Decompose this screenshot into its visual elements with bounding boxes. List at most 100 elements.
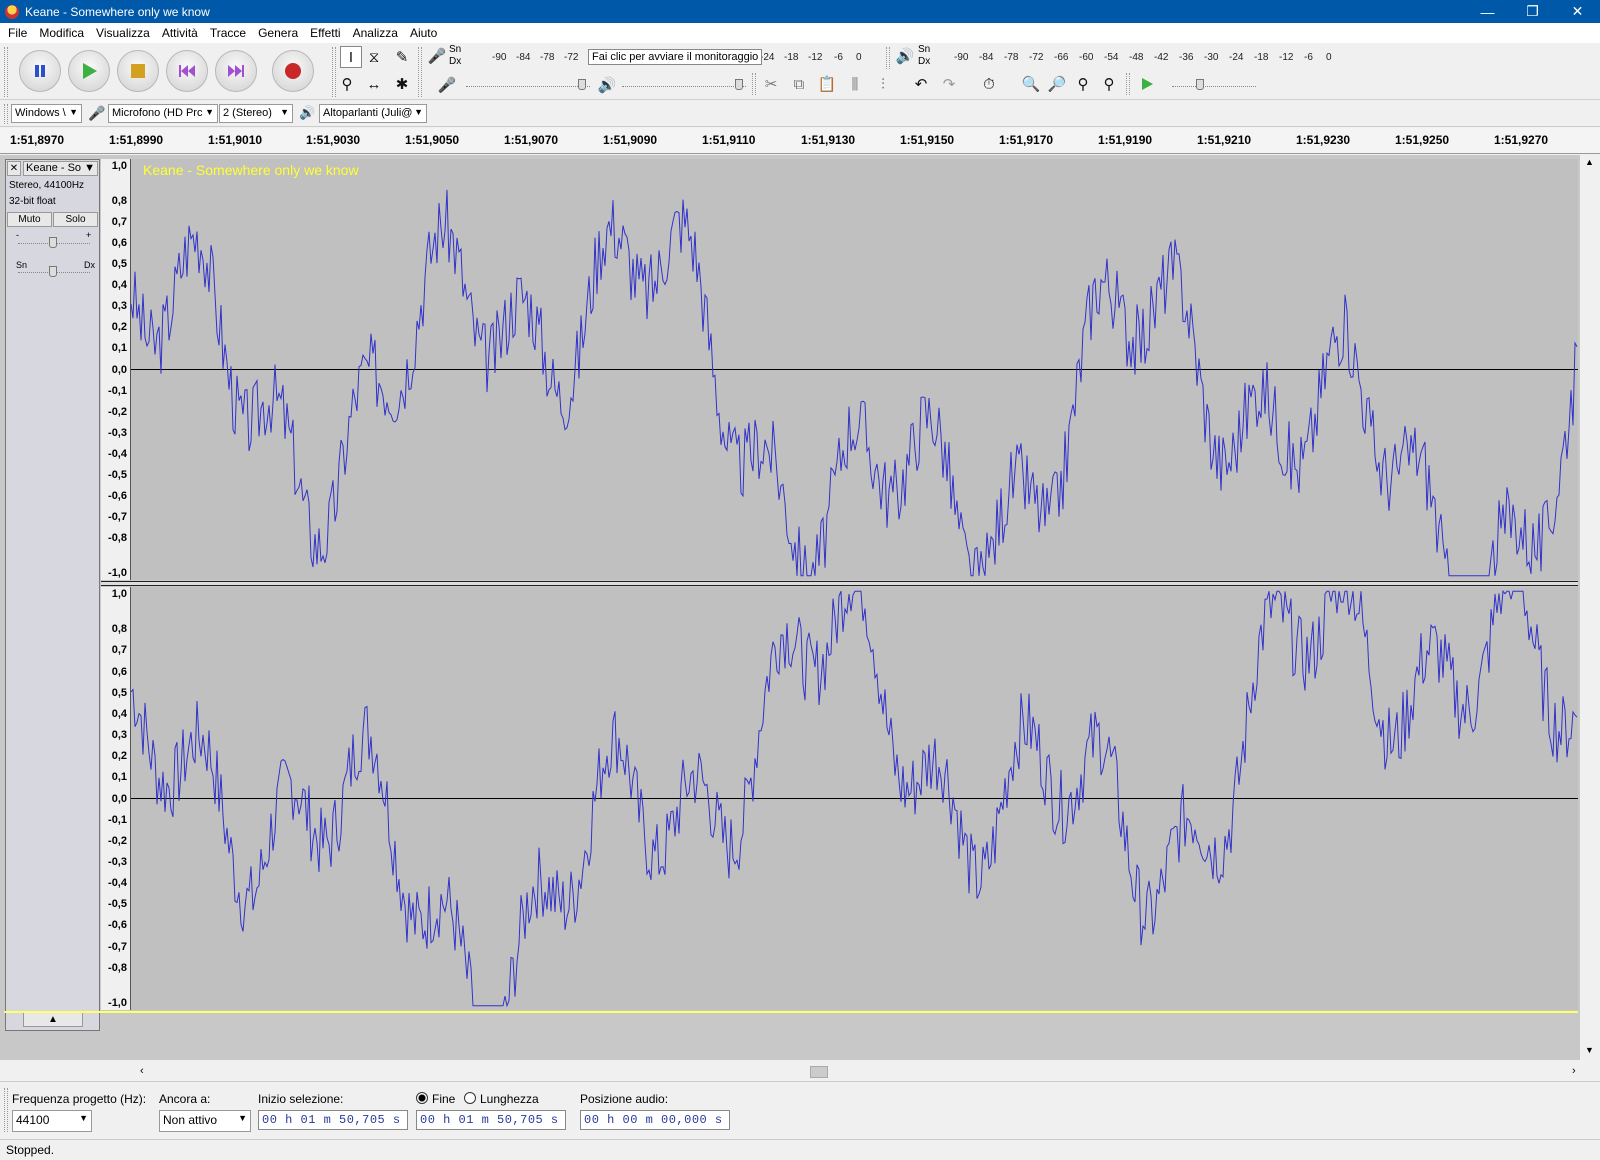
close-icon: ✕ [9, 163, 19, 174]
track-area[interactable]: ✕ Keane - So ▼ Stereo, 44100Hz 32-bit flo… [0, 155, 1600, 1060]
play-meter-right-label: Dx [918, 56, 931, 67]
monitor-tooltip[interactable]: Fai clic per avviare il monitoraggio [588, 49, 763, 65]
ruler-label: 1:51,9090 [603, 133, 658, 147]
play-at-speed-button[interactable] [1136, 73, 1158, 95]
selection-toolbar: Frequenza progetto (Hz): 44100 ▼ Ancora a… [0, 1081, 1600, 1137]
pan-thumb[interactable] [49, 266, 57, 277]
toolbar-grip[interactable] [4, 47, 8, 97]
audio-position-field[interactable]: 00 h 00 m 00,000 s [580, 1110, 730, 1130]
audio-host-select[interactable]: Windows \ ▼ [11, 104, 82, 123]
scroll-down-icon[interactable]: ▼ [1585, 1045, 1594, 1055]
play-at-speed-grip[interactable] [1126, 73, 1130, 95]
gain-thumb[interactable] [49, 237, 57, 248]
play-speed-thumb[interactable] [1196, 79, 1204, 90]
menu-modifica[interactable]: Modifica [35, 26, 92, 40]
edit-grip[interactable] [752, 73, 756, 95]
horizontal-scroll-thumb[interactable] [810, 1066, 828, 1078]
ruler-label: 1:51,9210 [1197, 133, 1252, 147]
vertical-scrollbar[interactable]: ▲ ▼ [1580, 155, 1600, 1060]
paste-button[interactable]: 📋 [816, 73, 838, 95]
scroll-up-icon[interactable]: ▲ [1585, 157, 1594, 167]
project-rate-select[interactable]: 44100 ▼ [12, 1110, 92, 1132]
left-channel-amplitude-scale[interactable]: 1,0 0,8 0,7 0,6 0,5 0,4 0,3 0,2 0,1 0,0 -0,1 -0,2 -0… [101, 159, 131, 580]
draw-tool[interactable]: ✎ [391, 46, 413, 68]
undo-button[interactable]: ↶ [910, 73, 932, 95]
left-channel-waveform[interactable]: Keane - Somewhere only we know [130, 159, 1578, 580]
meter-grip[interactable] [418, 47, 422, 97]
menu-tracce[interactable]: Tracce [206, 26, 254, 40]
menu-attivita[interactable]: Attività [158, 26, 206, 40]
envelope-tool[interactable]: ⧖ [363, 46, 385, 68]
snap-select[interactable]: Non attivo ▼ [159, 1110, 251, 1132]
fit-project-button[interactable]: ⚲ [1098, 73, 1120, 95]
pause-button[interactable] [19, 50, 61, 92]
skip-to-start-button[interactable] [166, 50, 208, 92]
device-grip[interactable] [4, 104, 8, 124]
ruler-label: 1:51,9270 [1494, 133, 1549, 147]
ruler-label: 1:51,9070 [504, 133, 559, 147]
skip-to-end-button[interactable] [215, 50, 257, 92]
record-volume-slider[interactable] [466, 86, 590, 88]
right-channel-amplitude-scale[interactable]: 1,0 0,8 0,7 0,6 0,5 0,4 0,3 0,2 0,1 0,0 -0,1 -0,2 -0… [101, 587, 131, 1010]
track-name-menu[interactable]: Keane - So ▼ [23, 161, 98, 176]
selection-start-field[interactable]: 00 h 01 m 50,705 s [258, 1110, 408, 1130]
gain-minus-label: - [16, 230, 19, 240]
menu-effetti[interactable]: Effetti [306, 26, 348, 40]
scroll-left-icon[interactable]: ‹ [140, 1065, 144, 1077]
playback-device-select[interactable]: Altoparlanti (Juli@ ▼ [319, 104, 427, 123]
record-meter-left-label: Sn [449, 44, 462, 55]
horizontal-scrollbar[interactable]: ‹ › [0, 1063, 1600, 1081]
menu-aiuto[interactable]: Aiuto [406, 26, 445, 40]
track-close-button[interactable]: ✕ [7, 161, 21, 176]
solo-button[interactable]: Solo [53, 212, 98, 227]
menu-file[interactable]: File [4, 26, 35, 40]
mute-button[interactable]: Muto [7, 212, 52, 227]
selection-end-field[interactable]: 00 h 01 m 50,705 s [416, 1110, 566, 1130]
amplitude-tick-label: -0,3 [108, 855, 127, 868]
zoom-in-button[interactable]: 🔍 [1020, 73, 1042, 95]
close-button[interactable]: ✕ [1555, 0, 1600, 23]
cut-button[interactable]: ✂ [760, 73, 782, 95]
menu-genera[interactable]: Genera [254, 26, 306, 40]
recording-device-select[interactable]: Microfono (HD Prc ▼ [108, 104, 218, 123]
menu-visualizza[interactable]: Visualizza [92, 26, 158, 40]
selection-grip[interactable] [4, 1088, 8, 1132]
fit-selection-button[interactable]: ⚲ [1072, 73, 1094, 95]
multi-tool[interactable]: ✱ [391, 73, 413, 95]
silence-button[interactable]: ⫶ [872, 73, 894, 95]
zoom-tool[interactable]: ⚲ [336, 73, 358, 95]
ruler-label: 1:51,9110 [702, 133, 756, 147]
playback-volume-thumb[interactable] [735, 79, 743, 90]
ruler-label: 1:51,9250 [1395, 133, 1450, 147]
length-radio[interactable] [464, 1092, 476, 1104]
amplitude-tick-label: -0,5 [108, 898, 127, 911]
restore-button[interactable]: ❐ [1510, 0, 1555, 23]
trim-button[interactable]: ⫼ [844, 73, 866, 95]
track-control-panel[interactable]: ✕ Keane - So ▼ Stereo, 44100Hz 32-bit flo… [5, 159, 100, 1031]
sync-lock-button[interactable]: ⏱ [978, 73, 1000, 95]
copy-button[interactable]: ⧉ [788, 73, 810, 95]
end-radio[interactable] [416, 1092, 428, 1104]
timeshift-tool[interactable]: ↔ [363, 73, 385, 95]
record-meter-button[interactable]: 🎤 [426, 45, 448, 67]
minimize-button[interactable]: — [1465, 0, 1510, 23]
scroll-right-icon[interactable]: › [1572, 1065, 1576, 1077]
timeline-ruler[interactable]: 1:51,8970 1:51,8990 1:51,9010 1:51,9030 … [0, 128, 1600, 154]
record-button[interactable] [272, 50, 314, 92]
play-meter-grip[interactable] [886, 47, 890, 69]
stop-button[interactable] [117, 50, 159, 92]
play-meter-button[interactable]: 🔊 [894, 45, 916, 67]
collapse-track-button[interactable]: ▲ [23, 1012, 83, 1027]
record-volume-thumb[interactable] [578, 79, 586, 90]
menu-analizza[interactable]: Analizza [349, 26, 406, 40]
play-speed-slider[interactable] [1172, 86, 1256, 88]
channel-separator[interactable] [101, 581, 1578, 586]
redo-button[interactable]: ↷ [938, 73, 960, 95]
zoom-out-button[interactable]: 🔎 [1046, 73, 1068, 95]
playback-volume-slider[interactable] [622, 86, 746, 88]
play-button[interactable] [68, 50, 110, 92]
selection-tool[interactable]: I [340, 46, 362, 68]
recording-channels-select[interactable]: 2 (Stereo) ▼ [219, 104, 293, 123]
right-channel-waveform[interactable] [130, 587, 1578, 1010]
playback-meter[interactable]: -90 -84 -78 -72 -66 -60 -54 -48 -42 -36 … [934, 46, 1344, 68]
